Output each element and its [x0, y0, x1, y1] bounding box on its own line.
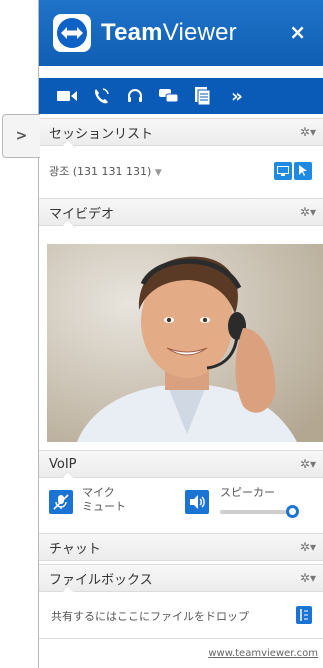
section-title: マイビデオ: [49, 206, 115, 222]
gear-icon[interactable]: ✲▾: [300, 540, 316, 554]
section-title: チャット: [49, 541, 101, 557]
speaker-volume-knob[interactable]: [286, 505, 299, 518]
video-camera-icon[interactable]: [51, 81, 83, 111]
chevron-right-icon: >: [15, 128, 28, 144]
phone-icon[interactable]: [85, 81, 117, 111]
speaker-label: スピーカー: [220, 486, 275, 499]
brand-title: TeamViewer: [101, 19, 237, 46]
gear-icon[interactable]: ✲▾: [300, 125, 316, 139]
mic-mute-button[interactable]: [49, 490, 73, 514]
more-icon[interactable]: »: [221, 81, 253, 111]
speaker-icon: [190, 495, 205, 509]
person-with-headset-image: [47, 244, 323, 442]
gear-icon[interactable]: ✲▾: [300, 205, 316, 219]
section-title: ファイルボックス: [49, 572, 153, 588]
chat-header[interactable]: チャット ✲▾: [39, 533, 323, 561]
webcam-video: [47, 244, 323, 442]
session-list: 광조 (131 131 131) ▼: [39, 150, 323, 196]
section-title: セッションリスト: [49, 126, 154, 142]
teamviewer-panel: TeamViewer × » セッションリスト ✲▾ 광조 (131 131 1…: [38, 0, 323, 668]
session-actions: [274, 162, 312, 180]
gear-icon[interactable]: ✲▾: [300, 457, 316, 471]
speaker-volume-track[interactable]: [220, 510, 294, 514]
file-drop-zone[interactable]: 共有するにはここにファイルをドロップ: [39, 592, 323, 638]
my-video-header[interactable]: マイビデオ ✲▾: [39, 198, 323, 233]
gear-icon[interactable]: ✲▾: [300, 571, 316, 585]
footer: www.teamviewer.com: [39, 638, 323, 668]
section-title: VoIP: [49, 456, 77, 472]
pointer-icon[interactable]: [294, 162, 312, 180]
remote-control-icon[interactable]: [274, 162, 292, 180]
website-link[interactable]: www.teamviewer.com: [208, 648, 318, 659]
drop-hint: 共有するにはここにファイルをドロップ: [51, 610, 249, 623]
headset-icon[interactable]: [119, 81, 151, 111]
mic-label: マイク ミュート: [82, 486, 126, 513]
muted-microphone-icon: [53, 494, 69, 510]
file-share-icon[interactable]: [296, 606, 312, 624]
dropdown-arrow-icon[interactable]: ▼: [155, 168, 162, 178]
close-button[interactable]: ×: [289, 20, 306, 44]
file-icon[interactable]: [187, 81, 219, 111]
voip-header[interactable]: VoIP ✲▾: [39, 450, 323, 485]
header: TeamViewer ×: [39, 0, 323, 66]
chat-icon[interactable]: [153, 81, 185, 111]
collapse-panel-tab[interactable]: >: [2, 114, 40, 158]
session-list-header[interactable]: セッションリスト ✲▾: [39, 118, 323, 153]
toolbar: »: [39, 78, 323, 114]
filebox-header[interactable]: ファイルボックス ✲▾: [39, 564, 323, 599]
speaker-button[interactable]: [185, 490, 209, 514]
voip-controls: マイク ミュート スピーカー: [39, 478, 323, 530]
session-item[interactable]: 광조 (131 131 131) ▼: [49, 163, 162, 179]
teamviewer-logo-icon: [53, 14, 91, 52]
